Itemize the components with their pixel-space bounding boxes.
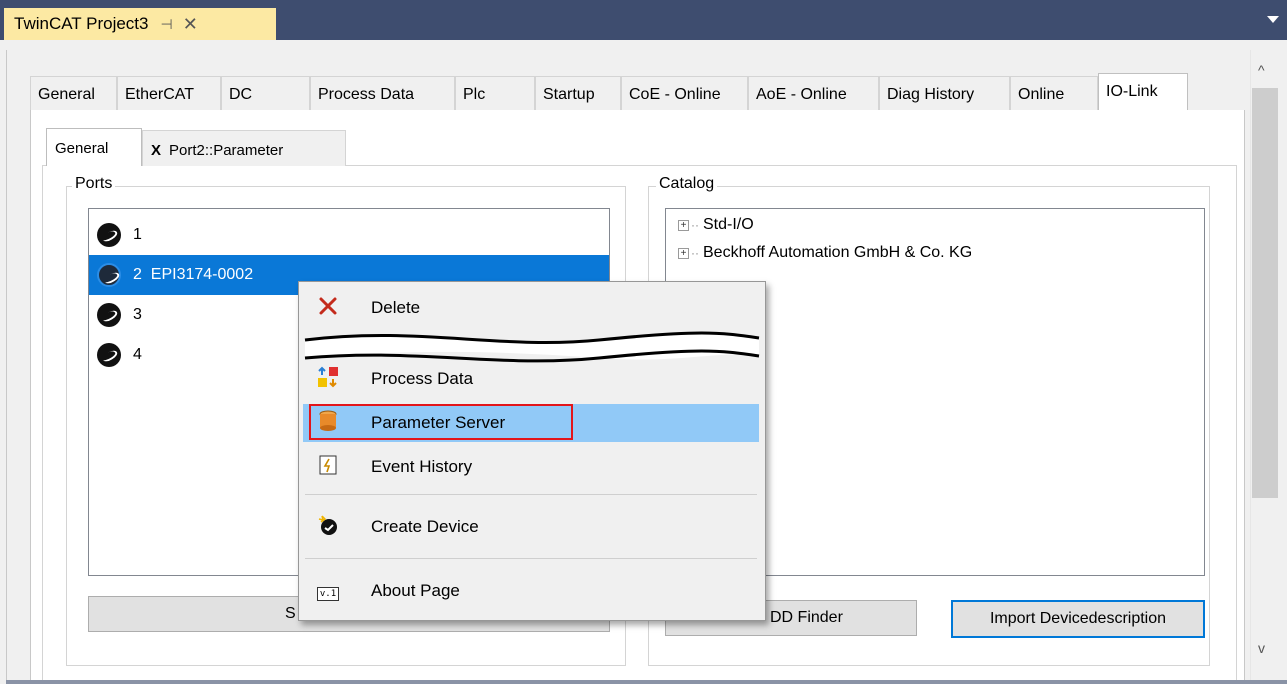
tab-label: IO-Link (1106, 83, 1158, 100)
menu-item-label: Event History (371, 457, 473, 476)
tree-item[interactable]: + ·· Std-I/O (678, 211, 1204, 239)
ports-group-label: Ports (72, 175, 116, 193)
tree-item-label: Beckhoff Automation GmbH & Co. KG (703, 244, 973, 261)
tab-general[interactable]: General (30, 76, 117, 110)
tree-connector: ·· (691, 246, 699, 260)
window-bottom-border (6, 680, 1287, 684)
tab-online[interactable]: Online (1010, 76, 1098, 110)
menu-item-process-data[interactable]: Process Data (303, 360, 759, 398)
import-button-label: Import Devicedescription (989, 610, 1167, 627)
tree-connector: ·· (691, 218, 699, 232)
tab-label: Process Data (318, 86, 415, 103)
menu-separator (305, 558, 757, 559)
port-label: 3 (133, 306, 142, 323)
menu-item-delete[interactable]: Delete (303, 289, 759, 327)
tab-coe-online[interactable]: CoE - Online (621, 76, 748, 110)
document-tab[interactable]: TwinCAT Project3 ⊣ ✕ (4, 8, 276, 40)
tab-dc[interactable]: DC (221, 76, 310, 110)
scroll-down-arrow-icon[interactable]: v (1258, 640, 1265, 656)
import-devicedescription-button[interactable]: Import Devicedescription (951, 600, 1205, 638)
tab-label: DC (229, 86, 253, 103)
tab-label: Plc (463, 86, 486, 103)
port-icon (97, 263, 121, 287)
tab-process-data[interactable]: Process Data (310, 76, 455, 110)
context-menu: Delete Process Data Parameter Server Eve… (298, 281, 766, 621)
list-item[interactable]: 1 (89, 215, 609, 255)
event-history-icon (309, 455, 347, 480)
window-menu-dropdown-icon[interactable] (1267, 16, 1279, 23)
port-label: 2 EPI3174-0002 (133, 266, 254, 283)
tab-aoe-online[interactable]: AoE - Online (748, 76, 879, 110)
tab-diag-history[interactable]: Diag History (879, 76, 1010, 110)
scroll-up-arrow-icon[interactable]: ^ (1258, 62, 1265, 78)
tab-label: EtherCAT (125, 86, 195, 103)
process-data-icon (309, 366, 347, 393)
catalog-group-label: Catalog (656, 175, 718, 193)
tab-label: General (38, 86, 95, 103)
pin-icon[interactable]: ⊣ (160, 16, 172, 33)
menu-item-about-page[interactable]: v.1 About Page (303, 572, 759, 610)
tab-label: Startup (543, 86, 595, 103)
menu-separator (305, 494, 757, 495)
callout-highlight-box (309, 404, 573, 440)
port-label: 1 (133, 226, 142, 243)
menu-item-create-device[interactable]: Create Device (303, 508, 759, 546)
iodd-finder-label: DD Finder (770, 609, 843, 626)
expand-icon[interactable]: + (678, 219, 689, 231)
port-icon (97, 303, 121, 327)
scrollbar-thumb[interactable] (1252, 88, 1278, 498)
close-icon[interactable]: ✕ (183, 14, 198, 35)
port-icon (97, 223, 121, 247)
menu-item-label: Process Data (371, 369, 474, 388)
about-page-icon: v.1 (309, 581, 347, 601)
subtab-port2-parameter[interactable]: X Port2::Parameter (142, 130, 346, 166)
port-label: 4 (133, 346, 142, 363)
menu-item-label: About Page (371, 581, 460, 600)
document-tab-title: TwinCAT Project3 (14, 14, 149, 33)
tab-io-link[interactable]: IO-Link (1098, 73, 1188, 111)
tab-label: AoE - Online (756, 86, 847, 103)
tab-plc[interactable]: Plc (455, 76, 535, 110)
close-icon[interactable]: X (151, 142, 161, 159)
subtab-label: Port2::Parameter (169, 142, 284, 159)
menu-item-label: Create Device (371, 517, 479, 536)
tab-ethercat[interactable]: EtherCAT (117, 76, 221, 110)
create-device-icon (309, 514, 347, 541)
menu-item-event-history[interactable]: Event History (303, 448, 759, 486)
port-icon (97, 343, 121, 367)
tab-startup[interactable]: Startup (535, 76, 621, 110)
tab-label: Diag History (887, 86, 975, 103)
delete-icon (309, 296, 347, 321)
tab-label: CoE - Online (629, 86, 721, 103)
subtab-label: General (55, 140, 109, 157)
about-page-icon-text: v.1 (316, 587, 340, 601)
tree-item-label: Std-I/O (703, 216, 754, 233)
expand-icon[interactable]: + (678, 247, 689, 259)
tab-label: Online (1018, 86, 1065, 103)
subtab-general[interactable]: General (46, 128, 142, 166)
settings-button-label: S (285, 605, 296, 622)
tree-item[interactable]: + ·· Beckhoff Automation GmbH & Co. KG (678, 239, 1204, 267)
menu-item-label: Delete (371, 298, 421, 317)
